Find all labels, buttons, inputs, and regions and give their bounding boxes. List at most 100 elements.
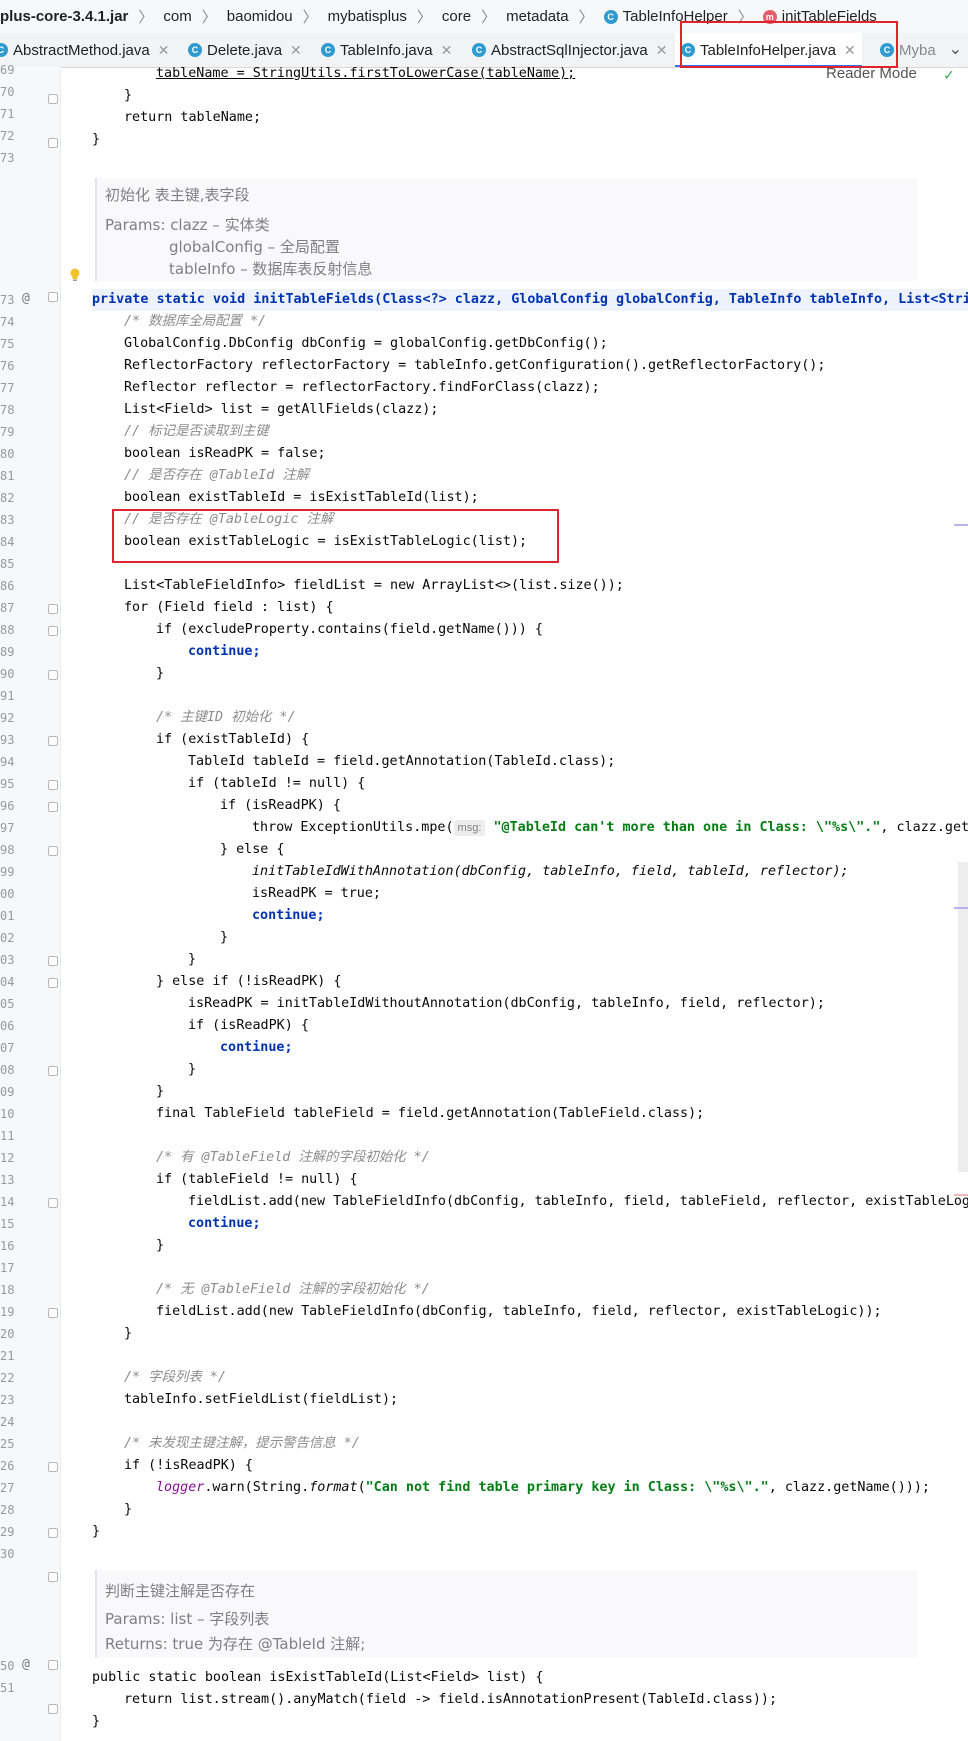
doc-summary: 判断主键注解是否存在 bbox=[105, 1582, 256, 1600]
code-line: boolean existTableId = isExistTableId(li… bbox=[124, 490, 479, 505]
line-number: 29 bbox=[0, 1525, 14, 1539]
error-stripe-mark[interactable] bbox=[954, 524, 968, 526]
line-number: 88 bbox=[0, 623, 14, 637]
breadcrumb-metadata[interactable]: metadata bbox=[502, 8, 573, 25]
code-line: } bbox=[92, 132, 101, 147]
close-icon[interactable]: ✕ bbox=[441, 42, 453, 59]
fold-marker-icon[interactable] bbox=[48, 1198, 58, 1208]
code-text: tableName = StringUtils.firstToLowerCase… bbox=[156, 66, 576, 81]
code-line: final TableField tableField = field.getA… bbox=[156, 1106, 705, 1121]
code-text: throw ExceptionUtils.mpe( bbox=[252, 820, 454, 835]
line-number: 08 bbox=[0, 1063, 14, 1077]
fold-marker-icon[interactable] bbox=[48, 956, 58, 966]
close-icon[interactable]: ✕ bbox=[158, 42, 170, 59]
doc-param: Params: list – 字段列表 bbox=[105, 1610, 270, 1628]
param-hint: msg: bbox=[453, 820, 486, 836]
code-comment: // 是否存在 @TableId 注解 bbox=[124, 468, 310, 483]
fold-marker-icon[interactable] bbox=[48, 1462, 58, 1472]
override-at-icon[interactable]: @ bbox=[22, 1654, 30, 1676]
breadcrumb-mybatisplus[interactable]: mybatisplus bbox=[324, 8, 411, 25]
tab-label: AbstractMethod.java bbox=[13, 41, 150, 59]
line-number: 18 bbox=[0, 1283, 14, 1297]
class-icon: C bbox=[188, 43, 202, 57]
error-stripe-mark[interactable] bbox=[954, 907, 968, 909]
fold-marker-icon[interactable] bbox=[48, 736, 58, 746]
editor-gutter: 69 70 71 72 73 73 74 75 76 77 78 79 80 8… bbox=[0, 63, 61, 1741]
code-line: continue; bbox=[188, 644, 261, 659]
tab-tableinfo[interactable]: C TableInfo.java ✕ bbox=[321, 33, 452, 67]
code-string: "Can not find table primary key in Class… bbox=[365, 1480, 769, 1495]
fold-marker-icon[interactable] bbox=[48, 604, 58, 614]
line-number: 83 bbox=[0, 513, 14, 527]
lightbulb-icon[interactable] bbox=[69, 268, 81, 282]
code-line: ReflectorFactory reflectorFactory = tabl… bbox=[124, 358, 826, 373]
line-number: 94 bbox=[0, 755, 14, 769]
error-stripe-mark[interactable] bbox=[954, 1194, 968, 1196]
code-line: continue; bbox=[252, 908, 325, 923]
tab-label: Myba bbox=[899, 41, 936, 59]
fold-marker-icon[interactable] bbox=[48, 292, 58, 302]
code-string: "@TableId can't more than one in Class: … bbox=[493, 820, 881, 835]
code-line: logger.warn(String.format("Can not find … bbox=[156, 1480, 930, 1495]
fold-marker-icon[interactable] bbox=[48, 138, 58, 148]
class-icon: C bbox=[321, 43, 335, 57]
tab-delete[interactable]: C Delete.java ✕ bbox=[188, 33, 302, 67]
chevron-right-icon: 〉 bbox=[302, 9, 318, 26]
fold-marker-icon[interactable] bbox=[48, 846, 58, 856]
code-line: isReadPK = initTableIdWithoutAnnotation(… bbox=[188, 996, 825, 1011]
code-comment: /* 主键ID 初始化 */ bbox=[156, 710, 296, 725]
close-icon[interactable]: ✕ bbox=[290, 42, 302, 59]
code-line: } bbox=[188, 1062, 197, 1077]
override-at-icon[interactable]: @ bbox=[22, 288, 30, 310]
code-line: public static boolean isExistTableId(Lis… bbox=[92, 1670, 544, 1685]
line-number: 02 bbox=[0, 931, 14, 945]
code-line: } bbox=[124, 88, 133, 103]
breadcrumb-jar[interactable]: plus-core-3.4.1.jar bbox=[0, 8, 132, 25]
close-icon[interactable]: ✕ bbox=[656, 42, 668, 59]
line-number: 20 bbox=[0, 1327, 14, 1341]
reader-mode-button[interactable]: Reader Mode bbox=[826, 65, 917, 82]
fold-marker-icon[interactable] bbox=[48, 1660, 58, 1670]
line-number: 96 bbox=[0, 799, 14, 813]
tab-abstract-method[interactable]: C AbstractMethod.java ✕ bbox=[0, 33, 169, 67]
doc-summary: 初始化 表主键,表字段 bbox=[105, 186, 250, 204]
line-number: 79 bbox=[0, 425, 14, 439]
line-number: 77 bbox=[0, 381, 14, 395]
fold-marker-icon[interactable] bbox=[48, 94, 58, 104]
code-line: boolean isReadPK = false; bbox=[124, 446, 326, 461]
line-number: 86 bbox=[0, 579, 14, 593]
line-number: 51 bbox=[0, 1681, 14, 1695]
code-line: } bbox=[124, 1326, 133, 1341]
check-icon: ✓ bbox=[944, 65, 954, 84]
fold-marker-icon[interactable] bbox=[48, 1308, 58, 1318]
fold-marker-icon[interactable] bbox=[48, 626, 58, 636]
code-line: } bbox=[220, 930, 229, 945]
fold-marker-icon[interactable] bbox=[48, 1704, 58, 1714]
breadcrumb-core[interactable]: core bbox=[438, 8, 475, 25]
line-number: 25 bbox=[0, 1437, 14, 1451]
line-number: 05 bbox=[0, 997, 14, 1011]
fold-marker-icon[interactable] bbox=[48, 670, 58, 680]
code-line: if (isReadPK) { bbox=[220, 798, 341, 813]
fold-marker-icon[interactable] bbox=[48, 1066, 58, 1076]
chevron-down-icon[interactable]: ⌄ bbox=[949, 39, 962, 59]
line-number: 30 bbox=[0, 1547, 14, 1561]
javadoc-rendered: 判断主键注解是否存在 Params: list – 字段列表 Returns: … bbox=[95, 1570, 917, 1658]
line-number: 06 bbox=[0, 1019, 14, 1033]
code-line: } bbox=[156, 1238, 165, 1253]
line-number: 01 bbox=[0, 909, 14, 923]
fold-marker-icon[interactable] bbox=[48, 802, 58, 812]
line-number: 22 bbox=[0, 1371, 14, 1385]
breadcrumb-com[interactable]: com bbox=[159, 8, 195, 25]
fold-marker-icon[interactable] bbox=[48, 978, 58, 988]
line-number: 21 bbox=[0, 1349, 14, 1363]
line-number: 82 bbox=[0, 491, 14, 505]
fold-marker-icon[interactable] bbox=[48, 1528, 58, 1538]
breadcrumb-baomidou[interactable]: baomidou bbox=[223, 8, 297, 25]
fold-marker-icon[interactable] bbox=[48, 780, 58, 790]
line-number: 97 bbox=[0, 821, 14, 835]
class-icon: C bbox=[0, 43, 8, 57]
fold-marker-icon[interactable] bbox=[48, 1572, 58, 1582]
chevron-right-icon: 〉 bbox=[201, 9, 217, 26]
tab-abstract-sql-injector[interactable]: C AbstractSqlInjector.java ✕ bbox=[472, 33, 667, 67]
